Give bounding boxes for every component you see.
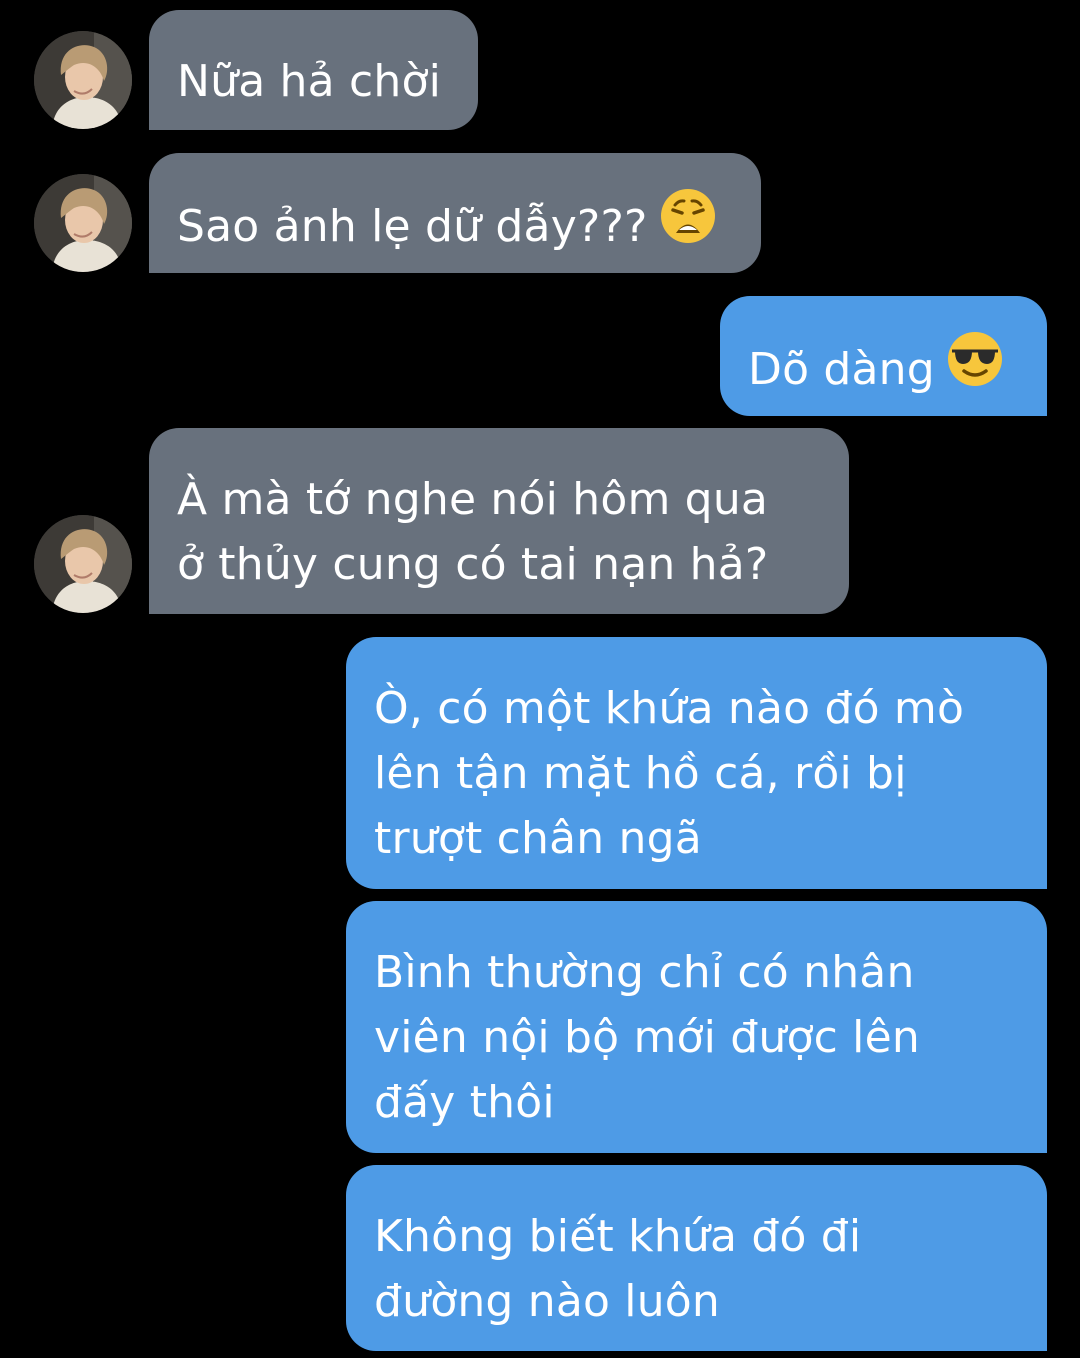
message-text-line: Không biết khứa đó đi — [374, 1211, 862, 1262]
avatar-image — [34, 174, 132, 272]
contact-avatar[interactable] — [34, 515, 132, 613]
incoming-message-bubble[interactable]: Sao ảnh lẹ dữ dẫy??? — [149, 153, 761, 273]
incoming-message-bubble[interactable]: Nữa hả chời — [149, 10, 478, 130]
message-text-line: Bình thường chỉ có nhân — [374, 947, 915, 998]
weary-face-icon — [660, 188, 716, 262]
contact-avatar[interactable] — [34, 174, 132, 272]
message-text-line: Nữa hả chời — [177, 56, 442, 107]
message-text-line: À mà tớ nghe nói hôm qua — [177, 474, 769, 525]
message-text-line: Ò, có một khứa nào đó mò — [374, 683, 965, 734]
message-text-line: trượt chân ngã — [374, 813, 702, 864]
sunglasses-face-icon — [947, 331, 1003, 405]
chat-thread: Nữa hả chời Sao ảnh lẹ dữ dẫy??? Dõ dàng… — [0, 0, 1080, 1358]
outgoing-message-bubble[interactable]: Không biết khứa đó đi đường nào luôn — [346, 1165, 1047, 1351]
outgoing-message-bubble[interactable]: Bình thường chỉ có nhân viên nội bộ mới … — [346, 901, 1047, 1153]
avatar-image — [34, 31, 132, 129]
contact-avatar[interactable] — [34, 31, 132, 129]
message-text-line: đường nào luôn — [374, 1276, 721, 1327]
message-text-line: đấy thôi — [374, 1077, 555, 1128]
message-text-line: Dõ dàng — [748, 344, 935, 395]
message-text-line: Sao ảnh lẹ dữ dẫy??? — [177, 201, 648, 252]
message-text-line: ở thủy cung có tai nạn hả? — [177, 539, 769, 590]
incoming-message-bubble[interactable]: À mà tớ nghe nói hôm qua ở thủy cung có … — [149, 428, 849, 614]
avatar-image — [34, 515, 132, 613]
outgoing-message-bubble[interactable]: Ò, có một khứa nào đó mò lên tận mặt hồ … — [346, 637, 1047, 889]
message-line: Dõ dàng — [748, 332, 1019, 400]
outgoing-message-bubble[interactable]: Dõ dàng — [720, 296, 1047, 416]
message-line: Sao ảnh lẹ dữ dẫy??? — [177, 189, 733, 257]
message-text-line: viên nội bộ mới được lên — [374, 1012, 920, 1063]
message-text-line: lên tận mặt hồ cá, rồi bị — [374, 748, 907, 799]
